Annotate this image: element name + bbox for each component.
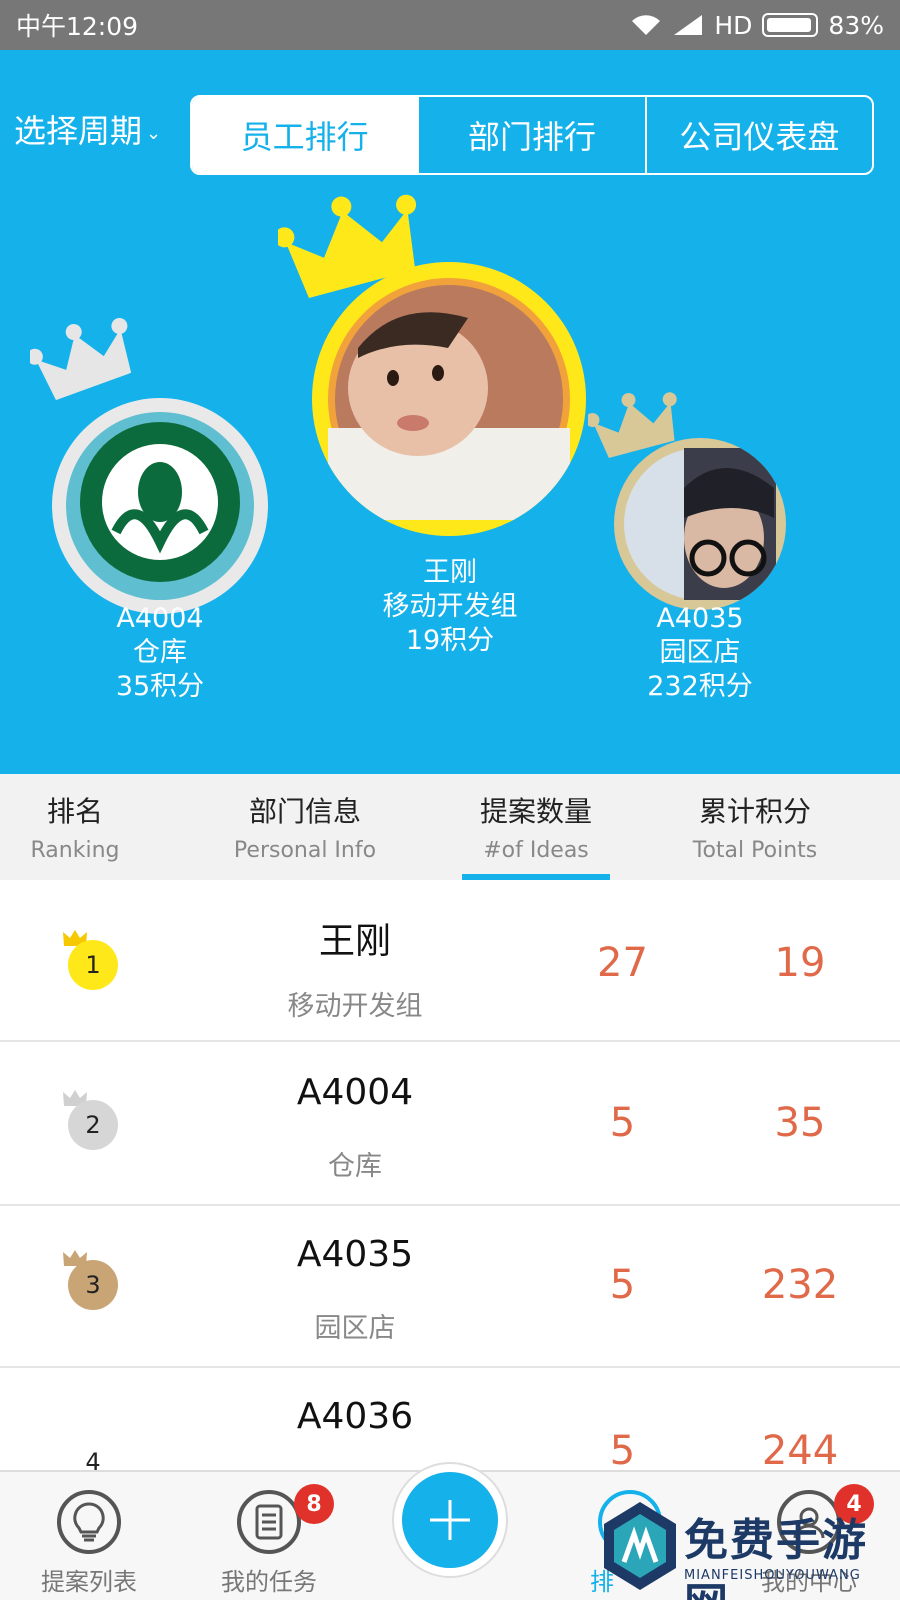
column-personal-info-zh: 部门信息 bbox=[248, 795, 361, 828]
column-ranking[interactable]: 排名 Ranking bbox=[10, 790, 140, 863]
podium-second-info: A4004 仓库 35积分 bbox=[30, 602, 290, 704]
column-ranking-zh: 排名 bbox=[46, 795, 103, 828]
table-row[interactable]: 1 王刚 移动开发组 27 19 bbox=[0, 880, 900, 1042]
row-points: 19 bbox=[774, 940, 826, 986]
avatar-photo bbox=[624, 448, 776, 600]
row-ideas: 5 bbox=[609, 1262, 636, 1308]
podium-first-name: 王刚 bbox=[423, 557, 477, 588]
column-ideas[interactable]: 提案数量 #of Ideas bbox=[450, 790, 622, 863]
status-icons: HD 83% bbox=[630, 11, 884, 40]
row-points: 244 bbox=[761, 1428, 839, 1470]
column-personal-info[interactable]: 部门信息 Personal Info bbox=[210, 790, 400, 863]
watermark-logo-icon bbox=[604, 1502, 676, 1590]
row-name: A4004 bbox=[296, 1072, 414, 1113]
avatar-third-place[interactable] bbox=[614, 438, 786, 610]
column-personal-info-en: Personal Info bbox=[233, 838, 377, 863]
row-dept: 移动开发组 bbox=[287, 991, 423, 1022]
column-headers: 排名 Ranking 部门信息 Personal Info 提案数量 #of I… bbox=[0, 774, 900, 880]
podium-second-name: A4004 bbox=[116, 603, 204, 634]
chevron-down-icon: ⌄ bbox=[146, 122, 162, 144]
column-ranking-en: Ranking bbox=[30, 838, 120, 863]
table-row[interactable]: 4 A4036 5 244 bbox=[0, 1368, 900, 1470]
watermark-subtitle: MIANFEISHOUYOUWANG bbox=[684, 1568, 861, 1583]
row-name: A4036 bbox=[296, 1396, 414, 1437]
tab-employee-ranking[interactable]: 员工排行 bbox=[192, 97, 418, 173]
status-bar: 中午12:09 HD 83% bbox=[0, 0, 900, 50]
row-ideas: 27 bbox=[597, 940, 648, 986]
podium-first-points: 19积分 bbox=[405, 625, 495, 656]
column-ideas-zh: 提案数量 bbox=[479, 795, 592, 828]
column-ideas-en: #of Ideas bbox=[483, 838, 589, 863]
period-selector[interactable]: 选择周期 ⌄ bbox=[14, 106, 161, 152]
row-name: A4035 bbox=[296, 1234, 414, 1275]
rank-number: 4 bbox=[85, 1448, 101, 1470]
silver-crown-icon bbox=[30, 318, 132, 401]
ranking-tabs: 员工排行 部门排行 公司仪表盘 bbox=[190, 95, 874, 175]
row-dept: 仓库 bbox=[328, 1151, 382, 1182]
row-ideas: 5 bbox=[609, 1428, 636, 1470]
podium-second-points: 35积分 bbox=[115, 671, 205, 702]
table-row[interactable]: 3 A4035 园区店 5 232 bbox=[0, 1206, 900, 1368]
plus-icon bbox=[430, 1500, 470, 1540]
add-idea-button[interactable] bbox=[402, 1472, 498, 1568]
column-total-points-en: Total Points bbox=[692, 838, 818, 863]
nav-my-tasks[interactable]: 8 我的任务 bbox=[184, 1472, 354, 1600]
podium-third-points: 232积分 bbox=[647, 671, 753, 702]
wifi-icon bbox=[632, 15, 661, 35]
row-dept: 园区店 bbox=[314, 1313, 396, 1344]
tab-company-dashboard[interactable]: 公司仪表盘 bbox=[644, 97, 872, 173]
column-total-points-zh: 累计积分 bbox=[698, 795, 811, 828]
tab-department-ranking[interactable]: 部门排行 bbox=[417, 97, 644, 173]
signal-icon bbox=[674, 15, 703, 35]
battery-percent: 83% bbox=[828, 10, 884, 40]
notification-badge: 8 bbox=[294, 1484, 334, 1524]
watermark: 免费手游网 MIANFEISHOUYOUWANG bbox=[600, 1498, 896, 1600]
network-label: HD bbox=[714, 10, 753, 40]
starbucks-logo bbox=[66, 412, 254, 600]
table-row[interactable]: 2 A4004 仓库 5 35 bbox=[0, 1044, 900, 1206]
podium-second-dept: 仓库 bbox=[133, 637, 187, 668]
row-ideas: 5 bbox=[609, 1100, 636, 1146]
podium-first-info: 王刚 移动开发组 19积分 bbox=[320, 556, 580, 658]
nav-idea-list-label: 提案列表 bbox=[41, 1568, 137, 1596]
ranking-list: 1 王刚 移动开发组 27 19 2 A4004 仓库 5 35 3 A4035… bbox=[0, 880, 900, 1470]
column-total-points[interactable]: 累计积分 Total Points bbox=[670, 790, 840, 863]
rank-badge: 2 bbox=[68, 1100, 118, 1150]
document-icon bbox=[237, 1490, 301, 1554]
avatar-first-place[interactable] bbox=[312, 262, 586, 536]
avatar-second-place[interactable] bbox=[52, 398, 268, 614]
podium-third-dept: 园区店 bbox=[659, 637, 741, 668]
podium-third-name: A4035 bbox=[656, 603, 744, 634]
leaderboard-hero: 选择周期 ⌄ 员工排行 部门排行 公司仪表盘 A4004 仓库 35积分 王刚 … bbox=[0, 50, 900, 774]
lightbulb-icon bbox=[57, 1490, 121, 1554]
row-points: 35 bbox=[774, 1100, 826, 1146]
rank-badge: 1 bbox=[68, 940, 118, 990]
battery-icon bbox=[762, 13, 819, 37]
row-name: 王刚 bbox=[318, 921, 391, 962]
podium-third-info: A4035 园区店 232积分 bbox=[570, 602, 830, 704]
nav-idea-list[interactable]: 提案列表 bbox=[4, 1472, 174, 1600]
avatar-photo bbox=[328, 278, 570, 520]
period-label: 选择周期 bbox=[14, 112, 143, 150]
watermark-title: 免费手游网 bbox=[684, 1515, 868, 1600]
podium-first-dept: 移动开发组 bbox=[382, 591, 518, 622]
status-time: 中午12:09 bbox=[16, 12, 139, 41]
nav-my-tasks-label: 我的任务 bbox=[221, 1568, 317, 1596]
rank-badge: 3 bbox=[68, 1260, 118, 1310]
row-points: 232 bbox=[761, 1262, 839, 1308]
